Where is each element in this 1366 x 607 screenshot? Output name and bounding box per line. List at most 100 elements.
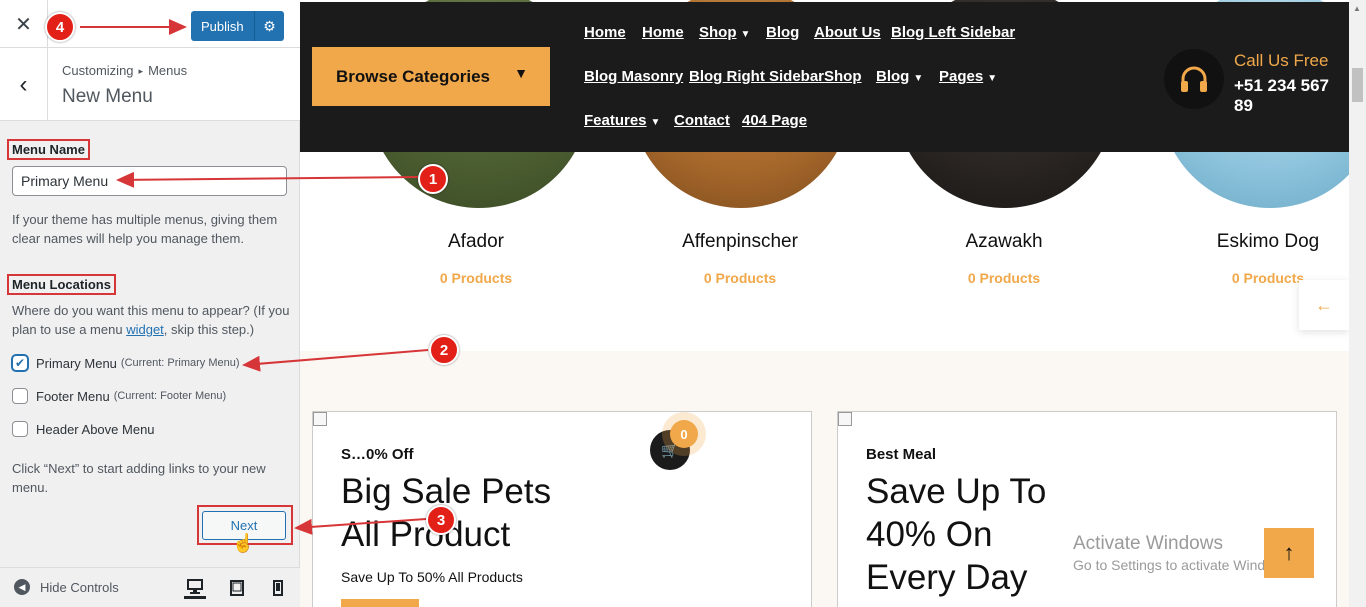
- nav-item-features[interactable]: Features ▼: [584, 112, 660, 129]
- arrow-left-icon[interactable]: ←: [1299, 280, 1349, 330]
- scrollbar-thumb[interactable]: [1352, 68, 1363, 102]
- next-help: Click “Next” to start adding links to yo…: [12, 461, 266, 495]
- nav-label: Features: [584, 112, 647, 129]
- menu-locations-label: Menu Locations: [7, 274, 116, 295]
- category-count: 0 Products: [439, 270, 513, 286]
- promo-kicker: S…0% Off: [341, 446, 414, 463]
- scrollbar[interactable]: ▲: [1349, 0, 1366, 607]
- nav-label: 404 Page: [742, 112, 808, 129]
- annotation-marker: 1: [418, 164, 448, 194]
- location-footer-menu[interactable]: Footer Menu (Current: Footer Menu): [12, 388, 226, 404]
- nav-label: Blog: [876, 68, 910, 85]
- checkbox-icon[interactable]: ✔: [12, 355, 28, 371]
- promo-title: Save Up To 40% On Every Day: [866, 470, 1046, 599]
- cart-count-badge: 0: [670, 420, 698, 448]
- location-current: (Current: Footer Menu): [113, 390, 227, 402]
- promo-card[interactable]: S…0% Off Big Sale Pets All Product Save …: [312, 411, 812, 607]
- customizer-sidebar: ✕ Publish ⚙ ‹ Customizing ▸ Menus New Menu…: [0, 0, 300, 607]
- browse-categories-button[interactable]: Browse Categories ▼: [312, 47, 550, 106]
- arrow-up-icon[interactable]: ↑: [1264, 528, 1314, 578]
- nav-item-blog-masonry[interactable]: Blog Masonry: [584, 68, 683, 85]
- category-name[interactable]: Azawakh: [894, 231, 1114, 253]
- nav-item-pages[interactable]: Pages ▼: [939, 68, 997, 85]
- annotation-marker: 4: [45, 12, 75, 42]
- browse-label: Browse Categories: [336, 66, 490, 86]
- customizer-footer: ◀ Hide Controls: [0, 567, 300, 607]
- menu-locations-help: Where do you want this menu to appear? (…: [12, 301, 292, 339]
- category-name[interactable]: Affenpinscher: [630, 231, 850, 253]
- category-count: 0 Products: [967, 270, 1041, 286]
- menu-name-help: If your theme has multiple menus, giving…: [12, 212, 278, 246]
- collapse-icon: ◀: [14, 579, 30, 595]
- tablet-icon[interactable]: [226, 577, 248, 599]
- mobile-icon[interactable]: [267, 577, 289, 599]
- nav-item-blog-left-sidebar[interactable]: Blog Left Sidebar: [891, 24, 1015, 41]
- nav-label: Shop: [699, 24, 737, 41]
- breadcrumb: Customizing ▸ Menus: [62, 63, 187, 78]
- nav-label: Shop: [824, 68, 862, 85]
- broken-image-icon: [838, 412, 852, 426]
- promo-title-line: Save Up To: [866, 472, 1047, 511]
- hand-cursor-icon: ☝: [232, 533, 255, 553]
- site-preview: Afador 0 Products Affenpinscher 0 Produc…: [300, 0, 1366, 607]
- chevron-down-icon: ▼: [913, 73, 924, 84]
- location-primary-menu[interactable]: ✔ Primary Menu (Current: Primary Menu): [12, 355, 240, 371]
- call-label: Call Us Free: [1234, 51, 1329, 70]
- location-label: Header Above Menu: [36, 421, 155, 437]
- publish-label: Publish: [201, 18, 244, 34]
- promo-subtitle: Save Up To 50% All Products: [341, 569, 523, 585]
- hide-controls-button[interactable]: ◀ Hide Controls: [14, 579, 119, 595]
- annotation-marker: 2: [429, 335, 459, 365]
- activate-line2: Go to Settings to activate Windows.: [1073, 557, 1294, 573]
- publish-button[interactable]: Publish ⚙: [191, 11, 284, 41]
- section-header: ‹ Customizing ▸ Menus New Menu: [0, 48, 300, 121]
- category-name[interactable]: Eskimo Dog: [1158, 231, 1366, 253]
- location-label: Primary Menu: [36, 355, 117, 371]
- gear-icon[interactable]: ⚙: [254, 11, 284, 41]
- nav-label: About Us: [814, 24, 881, 41]
- chevron-down-icon: ▼: [650, 117, 661, 128]
- activate-line1: Activate Windows: [1073, 533, 1223, 554]
- promo-card[interactable]: Best Meal Save Up To 40% On Every Day: [837, 411, 1337, 607]
- nav-label: Blog: [766, 24, 800, 41]
- nav-item-home[interactable]: Home: [642, 24, 684, 41]
- back-icon[interactable]: ‹: [0, 48, 48, 121]
- nav-item-shop[interactable]: Shop: [824, 68, 862, 85]
- nav-item-about-us[interactable]: About Us: [814, 24, 881, 41]
- activate-windows-watermark: Activate Windows Go to Settings to activ…: [1073, 533, 1294, 573]
- breadcrumb-separator: ▸: [138, 66, 144, 76]
- menu-name-input[interactable]: [12, 166, 287, 196]
- chevron-down-icon: ▼: [514, 65, 528, 81]
- nav-label: Home: [584, 24, 626, 41]
- widget-link[interactable]: widget: [126, 322, 164, 337]
- nav-item-blog[interactable]: Blog ▼: [876, 68, 923, 85]
- promo-kicker: Best Meal: [866, 446, 937, 463]
- section-title: New Menu: [62, 86, 153, 107]
- headphones-icon: [1164, 49, 1224, 109]
- screen: ✕ Publish ⚙ ‹ Customizing ▸ Menus New Menu…: [0, 0, 1366, 607]
- nav-item-blog-right-sidebar[interactable]: Blog Right Sidebar: [689, 68, 824, 85]
- nav-item-home[interactable]: Home: [584, 24, 626, 41]
- location-header-above-menu[interactable]: Header Above Menu: [12, 421, 155, 437]
- nav-item-blog[interactable]: Blog: [766, 24, 799, 41]
- close-icon[interactable]: ✕: [0, 0, 48, 48]
- location-label: Footer Menu: [36, 388, 110, 404]
- broken-image-icon: [313, 412, 327, 426]
- nav-item-404-page[interactable]: 404 Page: [742, 112, 807, 129]
- chevron-down-icon: ▼: [740, 29, 751, 40]
- call-number[interactable]: +51 234 567 89: [1234, 76, 1349, 116]
- promo-title-line: 40% On: [866, 515, 993, 554]
- annotation-marker: 3: [426, 505, 456, 535]
- nav-item-contact[interactable]: Contact: [674, 112, 730, 129]
- promo-title-line: Every Day: [866, 558, 1028, 597]
- shop-now-button[interactable]: [341, 599, 419, 607]
- scroll-up-icon[interactable]: ▲: [1353, 4, 1361, 13]
- nav-item-shop[interactable]: Shop ▼: [699, 24, 750, 41]
- category-name[interactable]: Afador: [366, 231, 586, 253]
- checkbox-icon[interactable]: [12, 421, 28, 437]
- desktop-icon[interactable]: [184, 577, 206, 599]
- checkbox-icon[interactable]: [12, 388, 28, 404]
- category-count: 0 Products: [703, 270, 777, 286]
- nav-label: Pages: [939, 68, 984, 85]
- menu-name-label: Menu Name: [7, 139, 90, 160]
